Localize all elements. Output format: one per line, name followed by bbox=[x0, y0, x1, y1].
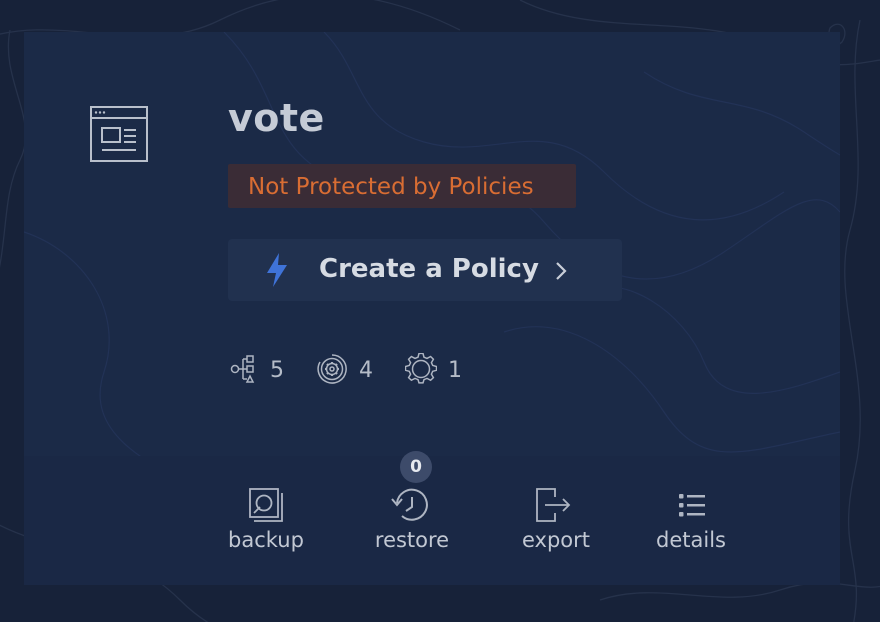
backup-label: backup bbox=[228, 528, 304, 552]
restore-count-badge: 0 bbox=[400, 451, 432, 483]
backup-icon bbox=[249, 488, 283, 522]
backup-button[interactable]: backup bbox=[224, 487, 308, 559]
export-icon bbox=[536, 488, 571, 522]
lightning-bolt-icon bbox=[267, 253, 287, 287]
services-stat: 4 bbox=[316, 353, 376, 385]
application-name: vote bbox=[228, 96, 325, 140]
export-label: export bbox=[521, 528, 591, 552]
gear-icon bbox=[405, 353, 437, 384]
workloads-count: 5 bbox=[270, 358, 284, 383]
workload-tree-icon bbox=[230, 355, 255, 383]
application-window-icon bbox=[90, 106, 148, 162]
restore-button[interactable]: restore bbox=[368, 487, 456, 559]
protection-status-text: Not Protected by Policies bbox=[248, 174, 534, 200]
application-card: vote Not Protected by Policies Create a … bbox=[24, 32, 840, 585]
details-button[interactable]: details bbox=[656, 487, 726, 559]
workloads-stat: 5 bbox=[230, 353, 290, 385]
settings-stat: 1 bbox=[405, 353, 465, 385]
chevron-right-icon bbox=[556, 262, 567, 280]
services-count: 4 bbox=[359, 358, 373, 383]
create-policy-button[interactable]: Create a Policy bbox=[228, 239, 622, 301]
list-icon bbox=[679, 494, 705, 517]
history-icon bbox=[391, 488, 428, 521]
settings-count: 1 bbox=[448, 358, 462, 383]
export-button[interactable]: export bbox=[516, 487, 596, 559]
protection-status-badge: Not Protected by Policies bbox=[228, 164, 576, 208]
service-gear-ring-icon bbox=[317, 354, 347, 384]
create-policy-label: Create a Policy bbox=[319, 254, 539, 284]
restore-label: restore bbox=[374, 528, 450, 552]
details-label: details bbox=[656, 528, 726, 552]
